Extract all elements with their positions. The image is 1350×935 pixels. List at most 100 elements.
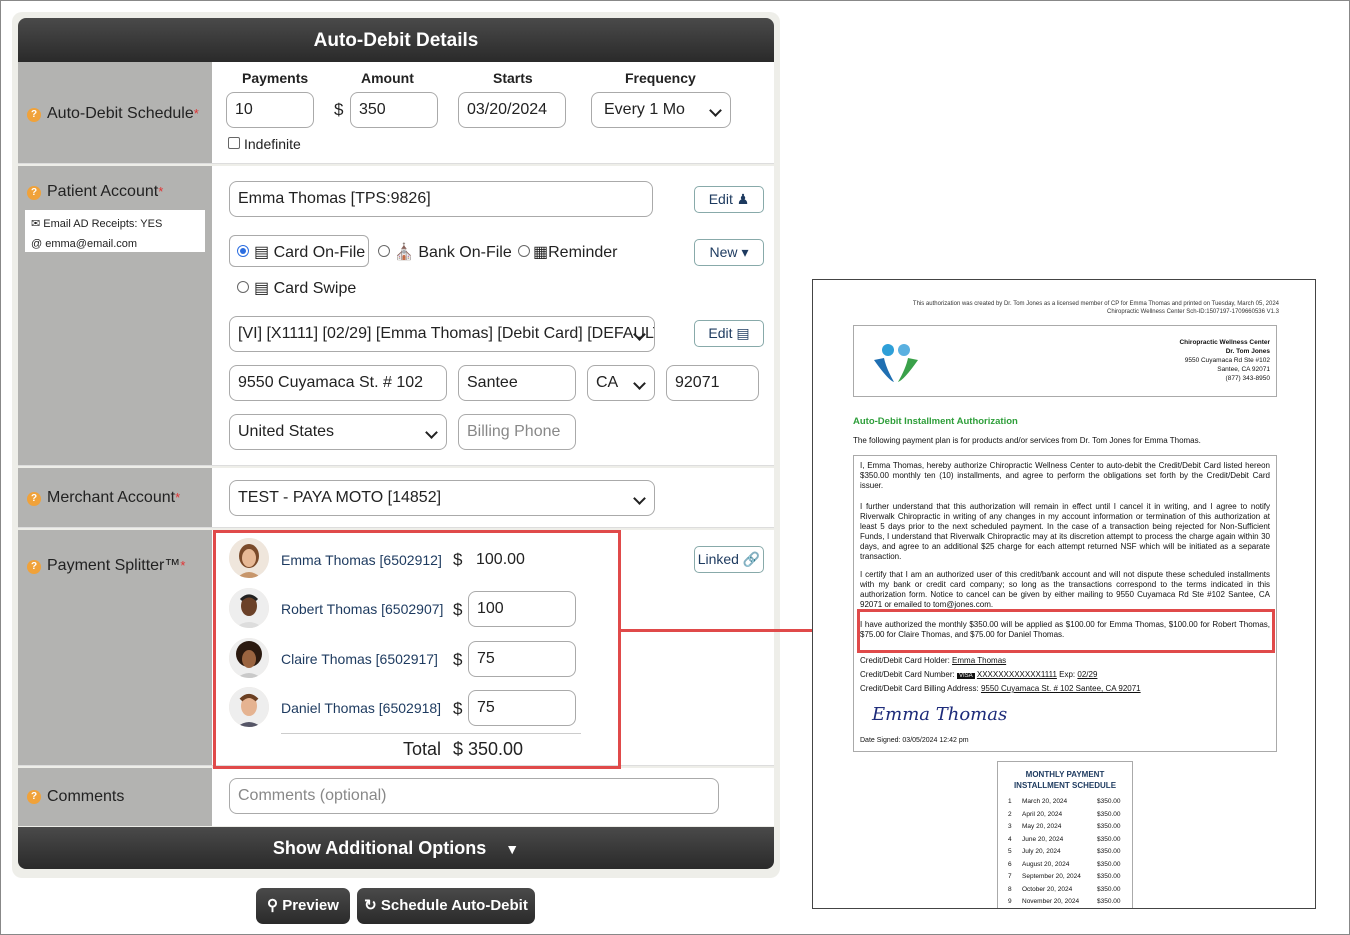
bank-icon: ⛪ [394, 244, 414, 261]
schedule-date: June 20, 2024 [1022, 835, 1064, 843]
doctor-name: Dr. Tom Jones [1225, 348, 1270, 355]
preview-button[interactable]: ⚲ Preview [256, 888, 350, 924]
frequency-header: Frequency [625, 70, 696, 86]
schedule-auto-debit-button[interactable]: ↻ Schedule Auto-Debit [357, 888, 535, 924]
schedule-amt: $350.00 [1097, 848, 1121, 855]
payments-input[interactable]: 10 [226, 92, 314, 128]
schedule-n: 2 [1008, 810, 1012, 818]
doc-header-line: This authorization was created by Dr. To… [912, 301, 1279, 307]
new-payment-button[interactable]: New ▾ [694, 239, 764, 266]
schedule-n: 4 [1008, 835, 1012, 843]
zip-input[interactable]: 92071 [666, 365, 759, 401]
merchant-label-cell: ? Merchant Account* [18, 468, 212, 527]
caret-down-icon: ▼ [505, 841, 520, 857]
link-icon: 🔗 [742, 551, 761, 567]
bank-on-file-radio[interactable] [378, 245, 390, 257]
schedule-n: 3 [1008, 823, 1012, 830]
options-label: Show Additional Options [272, 838, 487, 858]
credit-card-icon: ▤ [254, 280, 270, 297]
preview-label: Preview [282, 897, 339, 914]
schedule-date: September 20, 2024 [1022, 873, 1081, 880]
exp-label: Exp: [1059, 670, 1076, 679]
schedule-row-item: 5 July 20, 2024 $350.00 [1008, 848, 1126, 861]
clinic-header-box: Chiropractic Wellness Center Dr. Tom Jon… [853, 325, 1277, 397]
comments-input[interactable]: Comments (optional) [229, 778, 719, 814]
clinic-city: Santee, CA 92071 [1217, 366, 1270, 373]
help-icon[interactable]: ? [27, 492, 41, 506]
show-additional-options-bar[interactable]: Show Additional Options ▼ [18, 827, 774, 869]
schedule-row-item: 1 March 20, 2024 $350.00 [1008, 798, 1126, 811]
search-icon: ⚲ [267, 897, 279, 914]
schedule-rows: 1 March 20, 2024 $350.00 2 April 20, 2024 $35… [1008, 798, 1126, 908]
at-icon: @ [31, 238, 43, 250]
email-receipt-box: ✉ Email AD Receipts: YES @ emma@email.co… [25, 210, 205, 252]
schedule-n: 8 [1008, 885, 1012, 893]
help-icon[interactable]: ? [27, 186, 41, 200]
edit-label: Edit [708, 191, 733, 207]
credit-card-icon: ▤ [254, 244, 270, 261]
amount-header: Amount [361, 70, 414, 86]
clinic-name: Chiropractic Wellness Center [1179, 339, 1270, 346]
schedule-n: 1 [1008, 798, 1012, 805]
required-marker: * [193, 106, 199, 121]
billing-address: 9550 Cuyamaca St. # 102 Santee, CA 92071 [980, 684, 1141, 693]
start-date-input[interactable]: 03/20/2024 [458, 92, 566, 128]
schedule-amt: $350.00 [1097, 873, 1121, 880]
card-on-file-radio[interactable] [237, 245, 249, 257]
street-input[interactable]: 9550 Cuyamaca St. # 102 [229, 365, 447, 401]
comments-label: Comments [47, 788, 125, 805]
user-icon: ♟ [736, 191, 750, 207]
help-icon[interactable]: ? [27, 560, 41, 574]
visa-icon: VISA [956, 673, 975, 679]
required-marker: * [180, 558, 186, 573]
patient-account-input[interactable]: Emma Thomas [TPS:9826] [229, 181, 653, 217]
schedule-amt: $350.00 [1097, 810, 1121, 818]
linked-label: Linked [697, 551, 739, 567]
schedule-amt: $350.00 [1097, 885, 1121, 893]
edit-card-button[interactable]: Edit ▤ [694, 320, 764, 347]
schedule-date: November 20, 2024 [1022, 898, 1080, 905]
credit-card-icon: ▤ [736, 325, 750, 341]
date-signed: Date Signed: 03/05/2024 12:42 pm [860, 737, 969, 744]
card-select[interactable]: [VI] [X1111] [02/29] [Emma Thomas] [Debi… [229, 316, 655, 352]
help-icon[interactable]: ? [27, 790, 41, 804]
amount-input[interactable]: 350 [350, 92, 438, 128]
edit-patient-button[interactable]: Edit ♟ [694, 186, 764, 213]
state-select[interactable]: CA [587, 365, 655, 401]
schedule-n: 9 [1008, 898, 1012, 905]
comments-label-cell: ? Comments [18, 768, 212, 826]
clinic-address: 9550 Cuyamaca Rd Ste #102 [1184, 357, 1270, 364]
merchant-select[interactable]: TEST - PAYA MOTO [14852] [229, 480, 655, 516]
email-receipts-status: Email AD Receipts: YES [43, 218, 163, 230]
frequency-select[interactable]: Every 1 Mo [591, 92, 731, 128]
help-icon[interactable]: ? [27, 108, 41, 122]
indefinite-checkbox[interactable] [228, 137, 240, 149]
schedule-n: 5 [1008, 848, 1012, 855]
card-swipe-radio[interactable] [237, 281, 249, 293]
country-select[interactable]: United States [229, 414, 447, 450]
billing-label: Credit/Debit Card Billing Address: [860, 684, 979, 693]
currency-symbol: $ [334, 100, 344, 119]
splitter-label: Payment Splitter™ [47, 557, 181, 574]
schedule-n: 7 [1008, 873, 1012, 880]
schedule-amt: $350.00 [1097, 798, 1121, 805]
linked-button[interactable]: Linked 🔗 [694, 546, 764, 573]
schedule-n: 6 [1008, 860, 1012, 868]
schedule-row-item: 4 June 20, 2024 $350.00 [1008, 836, 1126, 849]
calendar-icon: ▦ [533, 244, 549, 261]
doc-intro: The following payment plan is for produc… [853, 436, 1201, 445]
schedule-label: Auto-Debit Schedule [47, 105, 194, 122]
doc-paragraph: I, Emma Thomas, hereby authorize Chiropr… [860, 461, 1270, 490]
reminder-radio[interactable] [518, 245, 530, 257]
merchant-row: ? Merchant Account* TEST - PAYA MOTO [14… [18, 468, 774, 528]
splitter-label-cell: ? Payment Splitter™* [18, 530, 212, 765]
schedule-row: ? Auto-Debit Schedule* Payments Amount S… [18, 62, 774, 164]
schedule-amt: $350.00 [1097, 898, 1121, 905]
city-input[interactable]: Santee [458, 365, 576, 401]
reminder-label: Reminder [548, 244, 618, 261]
schedule-amt: $350.00 [1097, 860, 1121, 868]
exp-date: 02/29 [1077, 670, 1098, 679]
payments-header: Payments [242, 70, 309, 86]
edit-label: Edit [708, 325, 733, 341]
billing-phone-input[interactable]: Billing Phone [458, 414, 576, 450]
